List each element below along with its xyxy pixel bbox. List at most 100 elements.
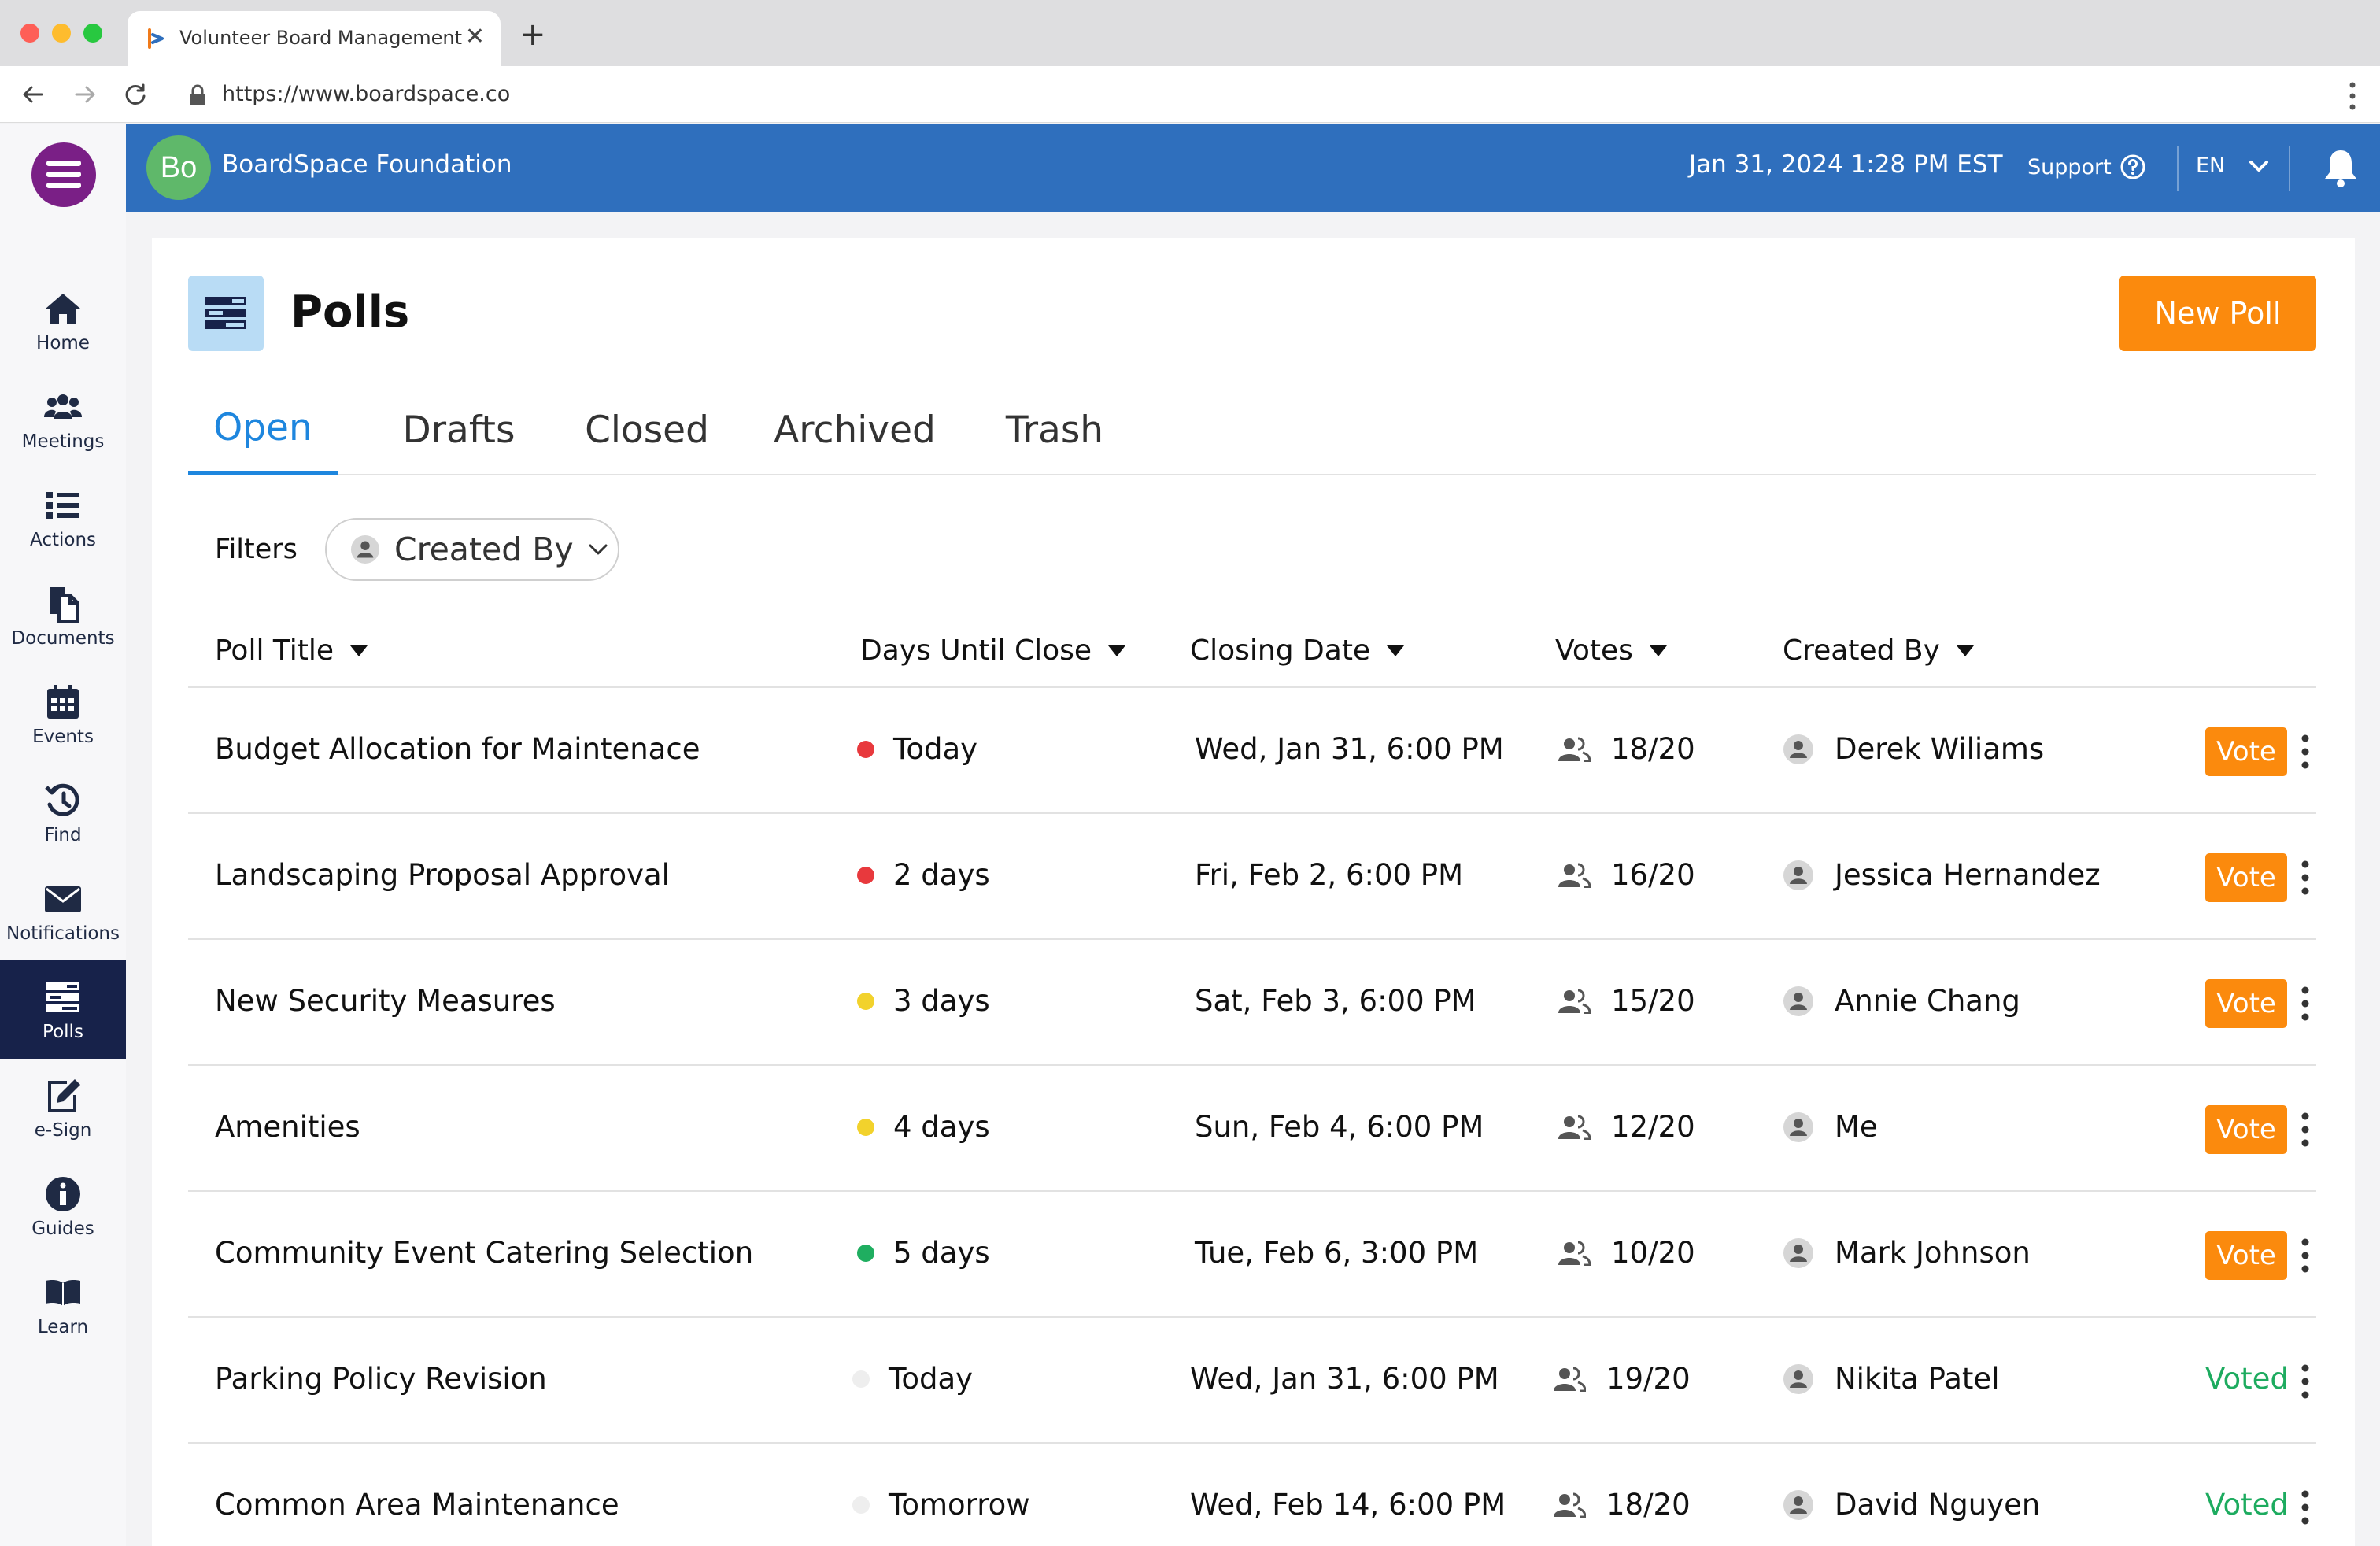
browser-menu-icon[interactable] (2349, 80, 2356, 112)
poll-title[interactable]: New Security Measures (215, 984, 556, 1018)
home-icon (46, 293, 80, 324)
more-options-icon[interactable] (2301, 1489, 2310, 1526)
sidebar-item-guides[interactable]: Guides (0, 1157, 126, 1256)
table-row[interactable]: Community Event Catering Selection 5 day… (188, 1192, 2316, 1318)
vote-button[interactable]: Vote (2205, 979, 2287, 1028)
tab-closed[interactable]: Closed (580, 384, 714, 475)
people-icon (1554, 1367, 1586, 1392)
url-field[interactable]: https://www.boardspace.co (222, 82, 510, 106)
table-row[interactable]: New Security Measures 3 days Sat, Feb 3,… (188, 940, 2316, 1066)
vote-button[interactable]: Vote (2205, 853, 2287, 902)
days-until-close: Today (857, 732, 978, 766)
table-row[interactable]: Landscaping Proposal Approval 2 days Fri… (188, 814, 2316, 940)
bell-icon[interactable] (2322, 147, 2360, 188)
votes: 10/20 (1558, 1236, 1695, 1270)
info-icon (46, 1176, 80, 1211)
sidebar: Home Meetings Actions Documents Events F… (0, 124, 126, 1546)
table-row[interactable]: Amenities 4 days Sun, Feb 4, 6:00 PM 12/… (188, 1066, 2316, 1192)
vote-button[interactable]: Vote (2205, 1231, 2287, 1280)
history-icon (45, 783, 79, 816)
sidebar-item-label: Notifications (6, 923, 120, 944)
days-value: Today (889, 1362, 974, 1396)
poll-title[interactable]: Budget Allocation for Maintenace (215, 732, 700, 766)
creator: Me (1783, 1110, 1878, 1144)
column-votes[interactable]: Votes (1555, 634, 1668, 667)
sidebar-item-label: Actions (29, 529, 96, 550)
new-tab-icon[interactable]: + (519, 19, 546, 50)
column-days-until-close[interactable]: Days Until Close (860, 634, 1126, 667)
more-options-icon[interactable] (2301, 1237, 2310, 1274)
creator: Jessica Hernandez (1783, 858, 2101, 892)
poll-title[interactable]: Landscaping Proposal Approval (215, 858, 670, 892)
more-options-icon[interactable] (2301, 1363, 2310, 1400)
created-by-filter[interactable]: Created By (325, 518, 619, 581)
sidebar-item-home[interactable]: Home (0, 272, 126, 370)
language-select[interactable]: EN (2196, 153, 2269, 178)
status-dot (857, 740, 874, 758)
column-created-by[interactable]: Created By (1783, 634, 1975, 667)
votes-value: 18/20 (1606, 1488, 1691, 1522)
tab-archived[interactable]: Archived (769, 384, 941, 475)
votes: 18/20 (1558, 732, 1695, 766)
votes-value: 19/20 (1606, 1362, 1691, 1396)
table-row[interactable]: Parking Policy Revision Today Wed, Jan 3… (188, 1318, 2316, 1444)
people-icon (1558, 1241, 1591, 1266)
browser-tab[interactable]: Volunteer Board Management ✕ (128, 11, 501, 66)
table-row[interactable]: Budget Allocation for Maintenace Today W… (188, 688, 2316, 814)
table-row[interactable]: Common Area Maintenance Tomorrow Wed, Fe… (188, 1444, 2316, 1546)
more-options-icon[interactable] (2301, 860, 2310, 896)
poll-title[interactable]: Common Area Maintenance (215, 1488, 619, 1522)
browser-tabstrip: Volunteer Board Management ✕ + (0, 0, 2380, 66)
sidebar-item-notifications[interactable]: Notifications (0, 862, 126, 960)
sidebar-item-learn[interactable]: Learn (0, 1256, 126, 1354)
support-link[interactable]: Support (2027, 153, 2146, 180)
votes: 19/20 (1553, 1362, 1691, 1396)
column-poll-title[interactable]: Poll Title (215, 634, 368, 667)
language-value: EN (2196, 153, 2226, 178)
close-tab-icon[interactable]: ✕ (465, 24, 485, 50)
org-avatar[interactable]: Bo (146, 135, 211, 200)
sidebar-item-esign[interactable]: e-Sign (0, 1059, 126, 1157)
status-dot (857, 1244, 874, 1262)
back-icon[interactable] (16, 77, 50, 112)
creator-name: Jessica Hernandez (1835, 858, 2101, 892)
days-until-close: 3 days (857, 984, 990, 1018)
window-minimize-button[interactable] (52, 24, 71, 43)
people-icon (1554, 1492, 1586, 1518)
org-name[interactable]: BoardSpace Foundation (222, 150, 512, 179)
more-options-icon[interactable] (2301, 734, 2310, 770)
polls-page-icon (188, 276, 264, 351)
tab-trash[interactable]: Trash (996, 384, 1114, 475)
sidebar-item-polls[interactable]: Polls (0, 960, 126, 1059)
vote-button[interactable]: Vote (2205, 727, 2287, 776)
sort-desc-icon (350, 645, 368, 656)
reload-icon[interactable] (118, 77, 153, 112)
poll-title[interactable]: Amenities (215, 1110, 360, 1144)
sidebar-item-actions[interactable]: Actions (0, 468, 126, 567)
days-value: 5 days (893, 1236, 990, 1270)
more-options-icon[interactable] (2301, 986, 2310, 1022)
poll-title[interactable]: Parking Policy Revision (215, 1362, 547, 1396)
vote-button[interactable]: Vote (2205, 1105, 2287, 1154)
sidebar-item-meetings[interactable]: Meetings (0, 370, 126, 468)
avatar-icon (1783, 734, 1813, 764)
votes: 15/20 (1558, 984, 1695, 1018)
main-menu-button[interactable] (31, 142, 96, 207)
tab-open[interactable]: Open (188, 384, 338, 475)
documents-icon (50, 586, 79, 623)
tab-drafts[interactable]: Drafts (393, 384, 525, 475)
forward-icon[interactable] (68, 77, 102, 112)
new-poll-button[interactable]: New Poll (2119, 276, 2316, 351)
poll-title[interactable]: Community Event Catering Selection (215, 1236, 753, 1270)
creator-name: Nikita Patel (1835, 1362, 2000, 1396)
sidebar-item-find[interactable]: Find (0, 764, 126, 862)
people-icon (1558, 863, 1591, 888)
more-options-icon[interactable] (2301, 1111, 2310, 1148)
sidebar-item-events[interactable]: Events (0, 665, 126, 764)
column-closing-date[interactable]: Closing Date (1190, 634, 1405, 667)
votes: 16/20 (1558, 858, 1695, 892)
sidebar-item-documents[interactable]: Documents (0, 567, 126, 665)
window-zoom-button[interactable] (83, 24, 102, 43)
sort-desc-icon (1387, 645, 1405, 656)
window-close-button[interactable] (20, 24, 39, 43)
